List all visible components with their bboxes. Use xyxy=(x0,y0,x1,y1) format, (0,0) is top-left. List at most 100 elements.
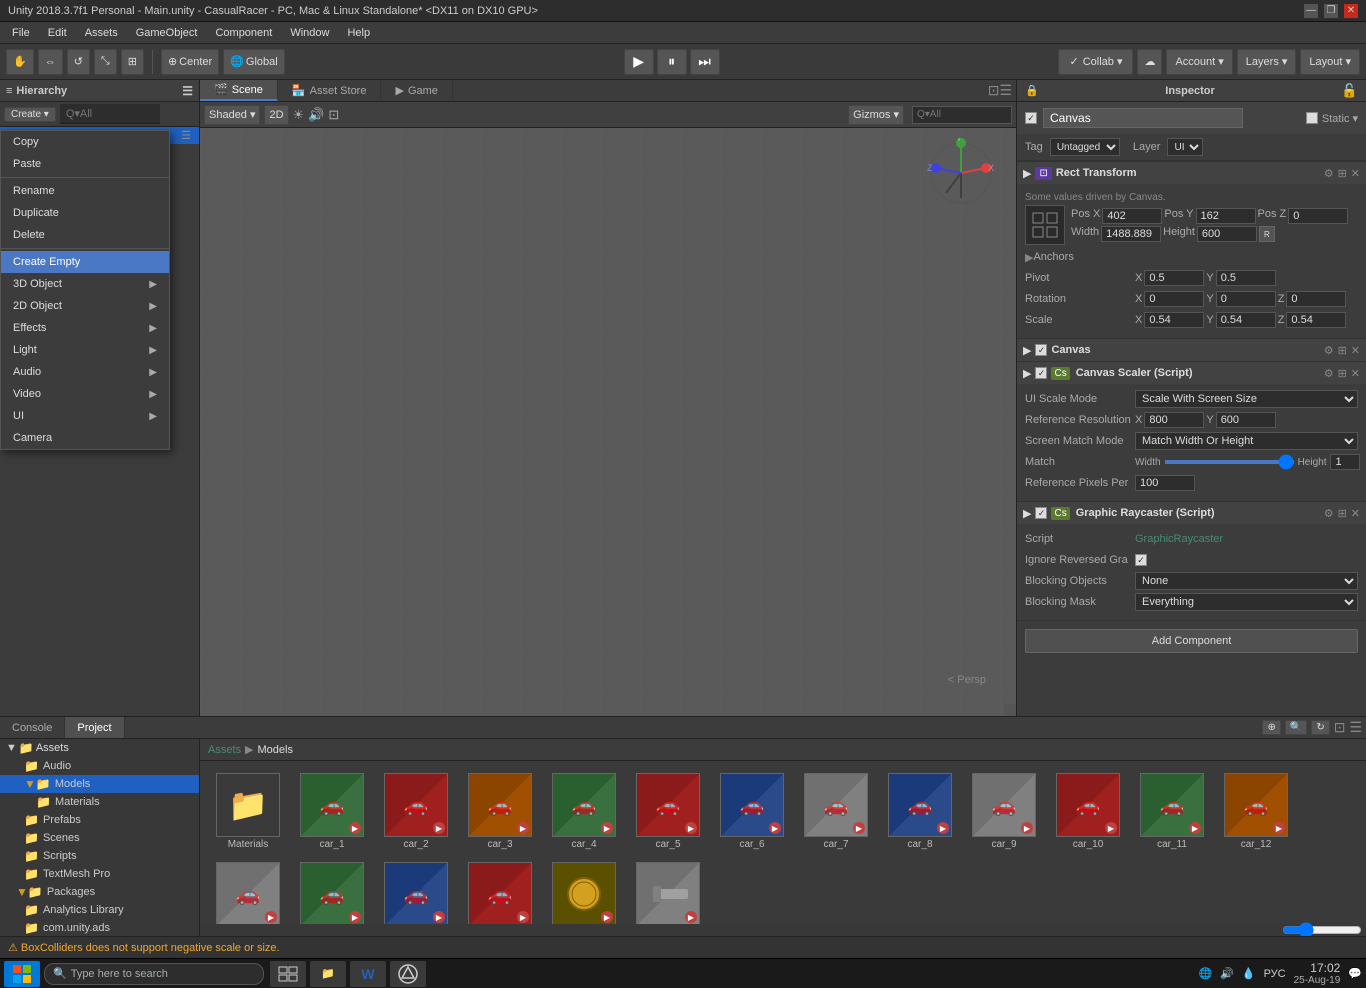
assets-refresh-button[interactable]: ↻ xyxy=(1311,720,1329,735)
ref-pixels-input[interactable] xyxy=(1135,475,1195,491)
assets-tree-models[interactable]: ▼📁 Models xyxy=(0,775,199,793)
account-dropdown[interactable]: Account ▾ xyxy=(1166,49,1232,75)
scene-view[interactable]: < Persp X Y Z xyxy=(200,128,1016,716)
breadcrumb-assets[interactable]: Assets xyxy=(208,744,241,756)
close-button[interactable]: ✕ xyxy=(1344,4,1358,18)
play-button[interactable]: ▶ xyxy=(624,49,654,75)
canvas-scaler-menu-icon[interactable]: ⚙ xyxy=(1324,367,1334,380)
canvas-scaler-expand2-icon[interactable]: ⊞ xyxy=(1338,367,1347,380)
asset-car4[interactable]: 🚗 ▶ car_4 xyxy=(544,769,624,854)
assets-import-button[interactable]: ⊕ xyxy=(1262,720,1280,735)
layout-dropdown[interactable]: Layout ▾ xyxy=(1300,49,1360,75)
rect-transform-menu-icon[interactable]: ⚙ xyxy=(1324,167,1334,180)
shaded-dropdown[interactable]: Shaded ▾ xyxy=(204,105,260,125)
taskbar-start-button[interactable] xyxy=(4,961,40,987)
taskbar-file-explorer[interactable]: 📁 xyxy=(310,961,346,987)
global-toggle[interactable]: 🌐 Global xyxy=(223,49,285,75)
bottom-maximize-button[interactable]: ⊡ xyxy=(1334,719,1346,736)
asset-car10[interactable]: 🚗 ▶ car_10 xyxy=(1048,769,1128,854)
assets-tree-scenes[interactable]: 📁 Scenes xyxy=(0,829,199,847)
ctx-light[interactable]: Light▶ xyxy=(1,339,169,361)
rot-x-input[interactable] xyxy=(1144,291,1204,307)
pivot-y-input[interactable] xyxy=(1216,270,1276,286)
width-input[interactable] xyxy=(1101,226,1161,242)
gizmos-dropdown[interactable]: Gizmos ▾ xyxy=(848,105,904,125)
blocking-objects-select[interactable]: None xyxy=(1135,572,1358,590)
inspector-lock-button[interactable]: 🔓 xyxy=(1341,83,1358,99)
scene-search-input[interactable] xyxy=(912,106,1012,124)
static-checkbox[interactable] xyxy=(1306,112,1318,124)
ctx-audio[interactable]: Audio▶ xyxy=(1,361,169,383)
asset-car12[interactable]: 🚗 ▶ car_12 xyxy=(1216,769,1296,854)
minimize-button[interactable]: — xyxy=(1304,4,1318,18)
scene-light-toggle[interactable]: ☀ xyxy=(293,107,305,123)
assets-zoom-slider[interactable] xyxy=(1282,922,1362,936)
asset-car9[interactable]: 🚗 ▶ car_9 xyxy=(964,769,1044,854)
scene-resize-handle[interactable] xyxy=(1004,704,1016,716)
scale-x-input[interactable] xyxy=(1144,312,1204,328)
assets-tree-audio[interactable]: 📁 Audio xyxy=(0,757,199,775)
canvas-scaler-close-icon[interactable]: ✕ xyxy=(1351,367,1360,380)
layers-dropdown[interactable]: Layers ▾ xyxy=(1237,49,1297,75)
asset-car11[interactable]: 🚗 ▶ car_11 xyxy=(1132,769,1212,854)
menu-file[interactable]: File xyxy=(4,25,38,41)
ctx-create-empty[interactable]: Create Empty xyxy=(1,251,169,273)
taskbar-clock[interactable]: 17:02 25-Aug-19 xyxy=(1294,961,1341,986)
canvas-script-menu-icon[interactable]: ⚙ xyxy=(1324,344,1334,357)
ctx-duplicate[interactable]: Duplicate xyxy=(1,202,169,224)
tab-asset-store[interactable]: 🏪 Asset Store xyxy=(278,80,382,101)
hierarchy-menu-icon[interactable]: ☰ xyxy=(182,84,193,98)
tree-item-menu[interactable]: ☰ xyxy=(181,129,191,142)
asset-car7[interactable]: 🚗 ▶ car_7 xyxy=(796,769,876,854)
canvas-scaler-header[interactable]: ▶ Cs Canvas Scaler (Script) ⚙ ⊞ ✕ xyxy=(1017,362,1366,384)
graphic-raycaster-enabled[interactable] xyxy=(1035,507,1047,519)
graphic-raycaster-expand2-icon[interactable]: ⊞ xyxy=(1338,507,1347,520)
rect-transform-header[interactable]: ▶ ⊡ Rect Transform ⚙ ⊞ ✕ xyxy=(1017,162,1366,184)
collab-button[interactable]: ✓ Collab ▾ xyxy=(1058,49,1133,75)
ui-scale-mode-select[interactable]: Scale With Screen Size xyxy=(1135,390,1358,408)
create-button[interactable]: Create ▾ xyxy=(4,107,56,122)
graphic-raycaster-close-icon[interactable]: ✕ xyxy=(1351,507,1360,520)
menu-component[interactable]: Component xyxy=(207,25,280,41)
asset-car5[interactable]: 🚗 ▶ car_5 xyxy=(628,769,708,854)
assets-tree-prefabs[interactable]: 📁 Prefabs xyxy=(0,811,199,829)
match-value-input[interactable] xyxy=(1330,454,1360,470)
canvas-script-enabled[interactable] xyxy=(1035,344,1047,356)
menu-edit[interactable]: Edit xyxy=(40,25,75,41)
script-value[interactable]: GraphicRaycaster xyxy=(1135,533,1223,545)
ref-res-x-input[interactable] xyxy=(1144,412,1204,428)
tool-hand[interactable]: ✋ xyxy=(6,49,34,75)
taskbar-unity[interactable] xyxy=(390,961,426,987)
ctx-3d-object[interactable]: 3D Object▶ xyxy=(1,273,169,295)
taskbar-task-view[interactable] xyxy=(270,961,306,987)
canvas-script-header[interactable]: ▶ Canvas ⚙ ⊞ ✕ xyxy=(1017,339,1366,361)
ctx-2d-object[interactable]: 2D Object▶ xyxy=(1,295,169,317)
menu-gameobject[interactable]: GameObject xyxy=(128,25,206,41)
ctx-paste[interactable]: Paste xyxy=(1,153,169,175)
pos-z-input[interactable] xyxy=(1288,208,1348,224)
assets-search-button[interactable]: 🔍 xyxy=(1285,720,1307,735)
asset-car2[interactable]: 🚗 ▶ car_2 xyxy=(376,769,456,854)
tag-select[interactable]: Untagged xyxy=(1050,138,1120,156)
assets-tree-unity-ads[interactable]: 📁 com.unity.ads xyxy=(0,919,199,936)
scale-y-input[interactable] xyxy=(1216,312,1276,328)
asset-car13[interactable]: 🚗 ▶ car_13 xyxy=(208,858,288,924)
ctx-delete[interactable]: Delete xyxy=(1,224,169,246)
scene-effects-toggle[interactable]: ⊡ xyxy=(328,107,339,123)
pos-x-input[interactable] xyxy=(1102,208,1162,224)
tab-project[interactable]: Project xyxy=(65,717,124,738)
asset-car3[interactable]: 🚗 ▶ car_3 xyxy=(460,769,540,854)
tab-scene[interactable]: 🎬 Scene xyxy=(200,80,278,101)
taskbar-search-box[interactable]: 🔍 Type here to search xyxy=(44,963,264,985)
bottom-menu-button[interactable]: ☰ xyxy=(1349,719,1362,736)
anchors-expand[interactable]: ▶ xyxy=(1025,251,1033,264)
assets-tree-analytics[interactable]: 📁 Analytics Library xyxy=(0,901,199,919)
tab-console[interactable]: Console xyxy=(0,717,65,738)
view-menu-button[interactable]: ☰ xyxy=(999,82,1012,99)
scene-audio-toggle[interactable]: 🔊 xyxy=(308,107,324,123)
ctx-effects[interactable]: Effects▶ xyxy=(1,317,169,339)
pivot-x-input[interactable] xyxy=(1144,270,1204,286)
asset-roadblock[interactable]: ▶ roadBlock xyxy=(628,858,708,924)
canvas-enabled-checkbox[interactable] xyxy=(1025,112,1037,124)
taskbar-network-icon[interactable]: 🌐 xyxy=(1198,967,1212,980)
